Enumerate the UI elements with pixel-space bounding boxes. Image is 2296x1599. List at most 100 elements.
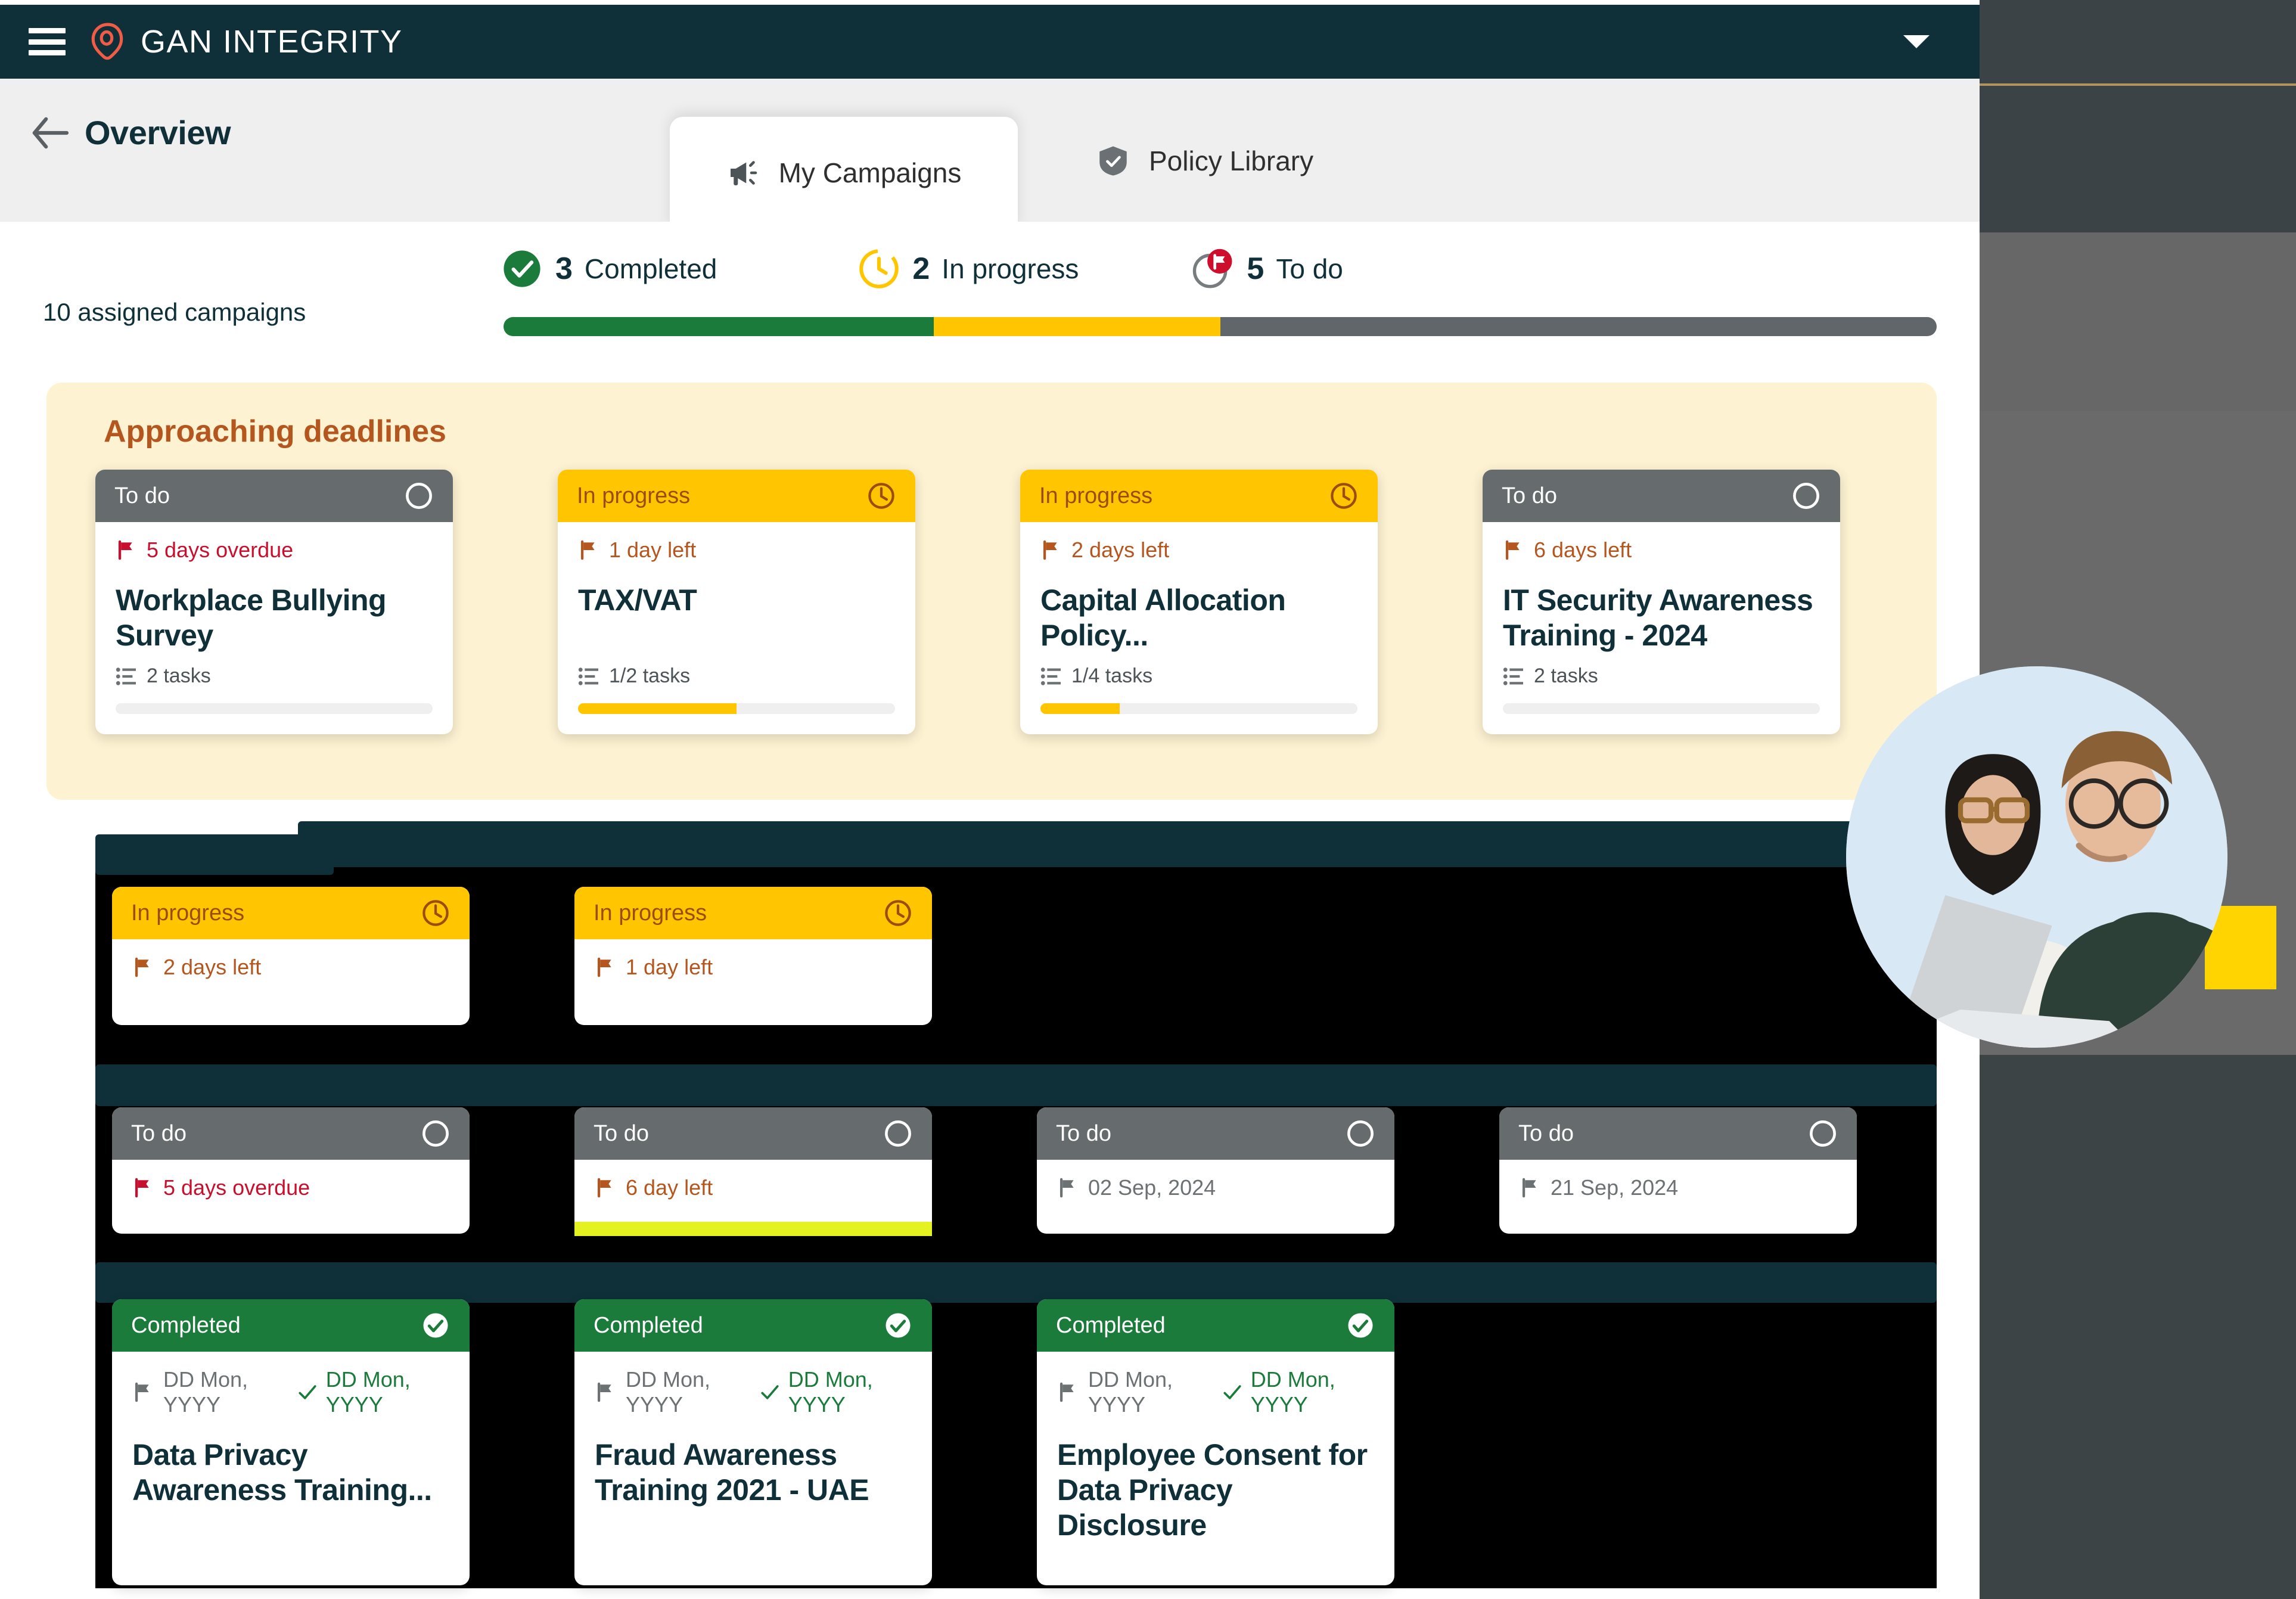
campaign-card[interactable]: In progress 2 days left Capital Allocati… xyxy=(1020,470,1378,734)
circle-outline-icon xyxy=(422,1120,449,1147)
campaign-card[interactable]: To do 02 Sep, 2024 xyxy=(1037,1107,1394,1234)
tab-policy-library[interactable]: Policy Library xyxy=(1096,144,1313,178)
circle-outline-icon xyxy=(1347,1120,1374,1147)
due-text: 6 days left xyxy=(1534,538,1632,562)
campaign-card[interactable]: In progress 1 day left TAX/VAT 1/2 tasks xyxy=(558,470,915,734)
card-title: Data Privacy Awareness Training... xyxy=(132,1438,432,1507)
counter-value: 3 xyxy=(555,252,573,286)
card-status-header: In progress xyxy=(574,887,932,939)
status-badge: To do xyxy=(131,1120,187,1146)
status-badge: To do xyxy=(1056,1120,1111,1146)
card-body: 2 days left Capital Allocation Policy...… xyxy=(1020,522,1378,734)
card-body: 2 days left xyxy=(112,939,470,1025)
page-title: Overview xyxy=(85,114,231,151)
card-title: Employee Consent for Data Privacy Disclo… xyxy=(1057,1438,1368,1542)
campaign-card[interactable]: In progress 1 day left xyxy=(574,887,932,1025)
due-date-row: 5 days overdue xyxy=(132,1175,449,1200)
gan-integrity-logo-icon xyxy=(91,23,123,60)
campaign-card[interactable]: Completed DD Mon, YYYY DD Mon, YYYY Data… xyxy=(112,1299,470,1585)
tab-my-campaigns[interactable]: My Campaigns xyxy=(670,117,1018,229)
campaign-card[interactable]: To do 6 days left IT Security Awareness … xyxy=(1483,470,1840,734)
flag-icon xyxy=(1060,1178,1074,1198)
chevron-down-icon[interactable] xyxy=(1903,35,1930,48)
due-text: DD Mon, YYYY xyxy=(163,1367,248,1417)
clock-icon xyxy=(1331,483,1357,509)
due-text: 1 day left xyxy=(609,538,697,562)
flag-icon xyxy=(1060,1382,1074,1402)
due-text: DD Mon, YYYY xyxy=(626,1367,711,1417)
card-body: 6 days left IT Security Awareness Traini… xyxy=(1483,522,1840,734)
progress-segment-in-progress xyxy=(933,317,1220,336)
campaign-card[interactable]: Completed DD Mon, YYYY DD Mon, YYYY Frau… xyxy=(574,1299,932,1585)
section-header-in-progress-left xyxy=(95,834,334,875)
campaign-card[interactable]: To do 6 day left xyxy=(574,1107,932,1234)
brand[interactable]: GAN INTEGRITY xyxy=(88,22,403,61)
counter-label: To do xyxy=(1276,253,1343,284)
due-date-row: 2 days left xyxy=(1040,538,1357,563)
status-counter-in-progress[interactable]: 2 In progress xyxy=(857,247,1079,290)
campaign-card[interactable]: Completed DD Mon, YYYY DD Mon, YYYY Empl… xyxy=(1037,1299,1394,1585)
card-body: DD Mon, YYYY DD Mon, YYYY Fraud Awarenes… xyxy=(574,1352,932,1585)
circle-outline-icon xyxy=(1793,483,1819,509)
flag-icon xyxy=(1043,540,1057,560)
campaign-card[interactable]: To do 5 days overdue Workplace Bullying … xyxy=(95,470,453,734)
tasks-row: 2 tasks xyxy=(116,665,211,688)
card-status-header: In progress xyxy=(1020,470,1378,522)
campaign-card[interactable]: To do 21 Sep, 2024 xyxy=(1499,1107,1857,1234)
due-text: DD Mon, YYYY xyxy=(1088,1367,1173,1417)
status-badge: Completed xyxy=(131,1312,241,1338)
card-status-header: Completed xyxy=(1037,1299,1394,1352)
counter-value: 2 xyxy=(912,252,930,286)
shield-check-icon xyxy=(1099,146,1127,176)
flag-icon xyxy=(1505,540,1520,560)
completed-date-text: DD Mon, YYYY xyxy=(1250,1367,1335,1417)
flag-circle-icon xyxy=(1193,249,1232,288)
card-status-header: In progress xyxy=(112,887,470,939)
counter-label: Completed xyxy=(584,253,717,284)
campaign-card[interactable]: In progress 2 days left xyxy=(112,887,470,1025)
progress-segment-to-do xyxy=(1220,317,1937,336)
tasks-row: 1/2 tasks xyxy=(578,665,690,688)
card-progress-bar xyxy=(1503,703,1820,714)
completed-date-text: DD Mon, YYYY xyxy=(325,1367,411,1417)
status-badge: In progress xyxy=(594,900,707,926)
status-counter-to-do[interactable]: 5 To do xyxy=(1192,247,1343,290)
due-date-row: 2 days left xyxy=(132,955,449,980)
due-date-row: DD Mon, YYYY DD Mon, YYYY xyxy=(595,1367,912,1417)
section-header-to-do xyxy=(95,1064,1937,1106)
tasks-text: 1/4 tasks xyxy=(1071,665,1153,687)
campaign-card[interactable]: To do 5 days overdue xyxy=(112,1107,470,1234)
check-badge-icon xyxy=(886,1313,911,1338)
hamburger-icon[interactable] xyxy=(29,28,66,55)
section-header-completed xyxy=(95,1262,1937,1303)
tab-label: My Campaigns xyxy=(778,157,962,188)
flag-icon xyxy=(135,1382,149,1402)
back-arrow-icon[interactable] xyxy=(30,116,69,150)
status-counter-completed[interactable]: 3 Completed xyxy=(501,247,717,290)
approaching-deadlines-title: Approaching deadlines xyxy=(104,414,446,449)
due-text: 5 days overdue xyxy=(163,1175,310,1200)
card-status-header: To do xyxy=(1499,1107,1857,1160)
due-text: 1 day left xyxy=(626,955,713,979)
card-progress-bar xyxy=(578,703,895,714)
counter-value: 5 xyxy=(1247,252,1264,286)
card-status-header: To do xyxy=(112,1107,470,1160)
card-status-header: In progress xyxy=(558,470,915,522)
app-window: GAN INTEGRITY Overview My Campaigns Poli… xyxy=(0,0,1980,1599)
task-list-icon xyxy=(1503,667,1523,685)
card-status-header: To do xyxy=(1037,1107,1394,1160)
task-list-icon xyxy=(116,667,136,685)
due-date-row: 1 day left xyxy=(578,538,895,563)
tasks-text: 2 tasks xyxy=(147,665,211,687)
breadcrumb: Overview xyxy=(30,113,231,152)
due-text: 6 day left xyxy=(626,1175,713,1200)
flag-icon xyxy=(135,1178,149,1198)
desktop-backdrop-accent xyxy=(1980,83,2296,86)
due-date-row: 6 day left xyxy=(595,1175,912,1200)
due-date-row: 1 day left xyxy=(595,955,912,980)
card-title: Capital Allocation Policy... xyxy=(1040,583,1286,652)
card-status-header: Completed xyxy=(574,1299,932,1352)
card-status-header: To do xyxy=(1483,470,1840,522)
task-list-icon xyxy=(1040,667,1061,685)
megaphone-icon xyxy=(730,161,757,185)
